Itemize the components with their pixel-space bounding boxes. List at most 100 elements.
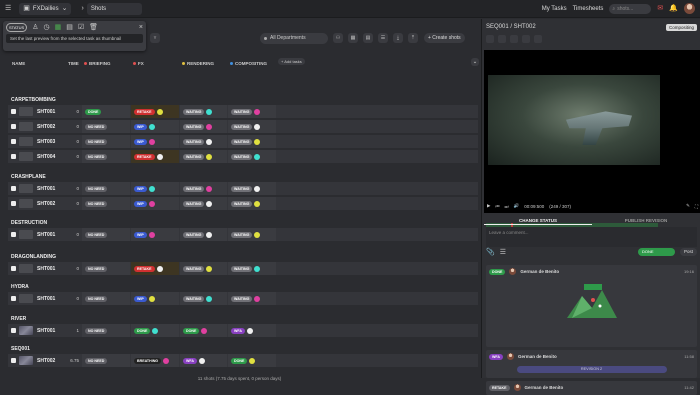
column-header-compositing[interactable]: COMPOSITING	[230, 61, 267, 66]
column-header-fx[interactable]: FX	[133, 61, 144, 66]
task-cell[interactable]: WAITING	[228, 120, 276, 133]
task-cell[interactable]: WFA	[180, 354, 227, 367]
table-row[interactable]: SHT001 0 NO NEED WIP WAITING WAITING	[0, 182, 479, 195]
task-cell[interactable]: BREATHING	[131, 354, 179, 367]
assignee-avatar[interactable]	[148, 185, 155, 192]
assignee-avatar[interactable]	[148, 200, 155, 207]
assignee-avatar[interactable]	[254, 108, 261, 115]
row-checkbox[interactable]	[11, 109, 16, 114]
status-badge[interactable]: WIP	[134, 123, 147, 130]
assignee-avatar[interactable]	[206, 153, 213, 160]
table-row[interactable]: SHT004 0 NO NEED RETAKE WAITING WAITING	[0, 150, 479, 163]
upload-icon[interactable]: ⤒	[408, 33, 418, 43]
assignee-avatar[interactable]	[206, 123, 213, 130]
task-cell[interactable]: WIP	[131, 197, 179, 210]
user-assign-icon[interactable]: ♙	[32, 24, 38, 31]
task-cell[interactable]: NO NEED	[82, 354, 130, 367]
task-cell[interactable]: WAITING	[180, 197, 227, 210]
shot-name[interactable]: SHT001	[37, 328, 55, 334]
status-badge[interactable]: WAITING	[231, 265, 253, 272]
status-badge[interactable]: WAITING	[231, 138, 253, 145]
row-checkbox[interactable]	[11, 296, 16, 301]
task-cell[interactable]: NO NEED	[82, 150, 130, 163]
row-checkbox[interactable]	[11, 232, 16, 237]
status-badge[interactable]: RETAKE	[134, 108, 155, 115]
search-input[interactable]: ⌕ shots...	[609, 3, 652, 14]
status-badge[interactable]: WIP	[134, 231, 147, 238]
task-cell[interactable]: NO NEED	[82, 262, 130, 275]
task-cell[interactable]: RETAKE	[131, 150, 179, 163]
task-cell[interactable]: WAITING	[228, 262, 276, 275]
status-badge[interactable]: NO NEED	[85, 357, 108, 364]
status-badge[interactable]: NO NEED	[85, 138, 108, 145]
task-cell[interactable]: DONE	[180, 324, 227, 337]
assignee-avatar[interactable]	[254, 185, 261, 192]
shot-name[interactable]: SHT002	[37, 124, 55, 130]
assignee-avatar[interactable]	[148, 295, 155, 302]
play-icon[interactable]	[498, 35, 506, 43]
status-badge[interactable]: WAITING	[183, 153, 205, 160]
task-cell[interactable]: WIP	[131, 228, 179, 241]
volume-icon[interactable]: 🔊	[514, 203, 520, 209]
assignee-avatar[interactable]	[148, 138, 155, 145]
trash-icon[interactable]: 🗑	[89, 24, 98, 31]
status-badge[interactable]: WIP	[134, 295, 147, 302]
bell-subscribe-icon[interactable]	[522, 35, 530, 43]
table-row[interactable]: SHT001 0 NO NEED WIP WAITING WAITING	[0, 228, 479, 241]
assignee-avatar[interactable]	[246, 327, 253, 334]
assignee-avatar[interactable]	[254, 295, 261, 302]
assignee-avatar[interactable]	[201, 327, 208, 334]
task-cell[interactable]: WAITING	[228, 197, 276, 210]
status-badge[interactable]: NO NEED	[85, 265, 108, 272]
status-badge[interactable]: WAITING	[183, 265, 205, 272]
task-cell[interactable]: WAITING	[228, 228, 276, 241]
close-icon[interactable]: ×	[139, 24, 143, 31]
assignee-avatar[interactable]	[206, 185, 213, 192]
status-badge[interactable]: WAITING	[183, 108, 205, 115]
status-badge[interactable]: WIP	[134, 200, 147, 207]
status-badge[interactable]: NO NEED	[85, 327, 108, 334]
table-row[interactable]: SHT001 1 NO NEED DONE DONE WFA	[0, 324, 479, 337]
status-badge[interactable]: NO NEED	[85, 123, 108, 130]
assignee-avatar[interactable]	[206, 200, 213, 207]
avatar[interactable]	[684, 3, 695, 14]
task-cell[interactable]: WAITING	[180, 262, 227, 275]
filter-icon[interactable]: ▿	[150, 33, 160, 43]
table-row[interactable]: SHT003 0 NO NEED WIP WAITING WAITING	[0, 135, 479, 148]
thumbnail-icon[interactable]: ▦	[55, 24, 62, 31]
tab-publish-revision[interactable]: PUBLISH REVISION	[592, 216, 700, 225]
video-player[interactable]	[484, 50, 700, 230]
comment-input[interactable]: Leave a comment...	[486, 227, 697, 247]
status-badge[interactable]: DONE	[231, 357, 248, 364]
status-badge[interactable]: WAITING	[183, 200, 205, 207]
assignee-avatar[interactable]	[254, 153, 261, 160]
row-checkbox[interactable]	[11, 154, 16, 159]
assignee-avatar[interactable]	[254, 200, 261, 207]
task-cell[interactable]: WAITING	[180, 105, 227, 118]
bell-icon[interactable]: 🔔	[669, 5, 678, 12]
grid-icon[interactable]: ▦	[348, 33, 358, 43]
shot-thumbnail[interactable]	[19, 152, 33, 161]
assignee-avatar[interactable]	[206, 231, 213, 238]
status-badge[interactable]: WAITING	[231, 231, 253, 238]
back-icon[interactable]	[486, 35, 494, 43]
status-badge[interactable]: NO NEED	[85, 200, 108, 207]
attach-icon[interactable]: 📎	[486, 249, 495, 256]
section-select[interactable]: Shots	[86, 2, 142, 15]
task-cell[interactable]: NO NEED	[82, 135, 130, 148]
shot-thumbnail[interactable]	[19, 294, 33, 303]
shot-name[interactable]: SHT003	[37, 139, 55, 145]
status-badge[interactable]: NO NEED	[85, 185, 108, 192]
my-tasks-link[interactable]: My Tasks	[542, 6, 567, 12]
task-cell[interactable]: NO NEED	[82, 292, 130, 305]
shot-name[interactable]: SHT001	[37, 296, 55, 302]
status-badge[interactable]: DONE	[183, 327, 200, 334]
task-cell[interactable]: WAITING	[180, 150, 227, 163]
shot-name[interactable]: SHT002	[37, 201, 55, 207]
task-cell[interactable]: NO NEED	[82, 197, 130, 210]
table-row[interactable]: SHT002 6.75 NO NEED BREATHING WFA DONE	[0, 354, 479, 367]
status-badge[interactable]: WFA	[231, 327, 245, 334]
status-badge[interactable]: NO NEED	[85, 153, 108, 160]
row-checkbox[interactable]	[11, 328, 16, 333]
assignee-avatar[interactable]	[156, 153, 163, 160]
